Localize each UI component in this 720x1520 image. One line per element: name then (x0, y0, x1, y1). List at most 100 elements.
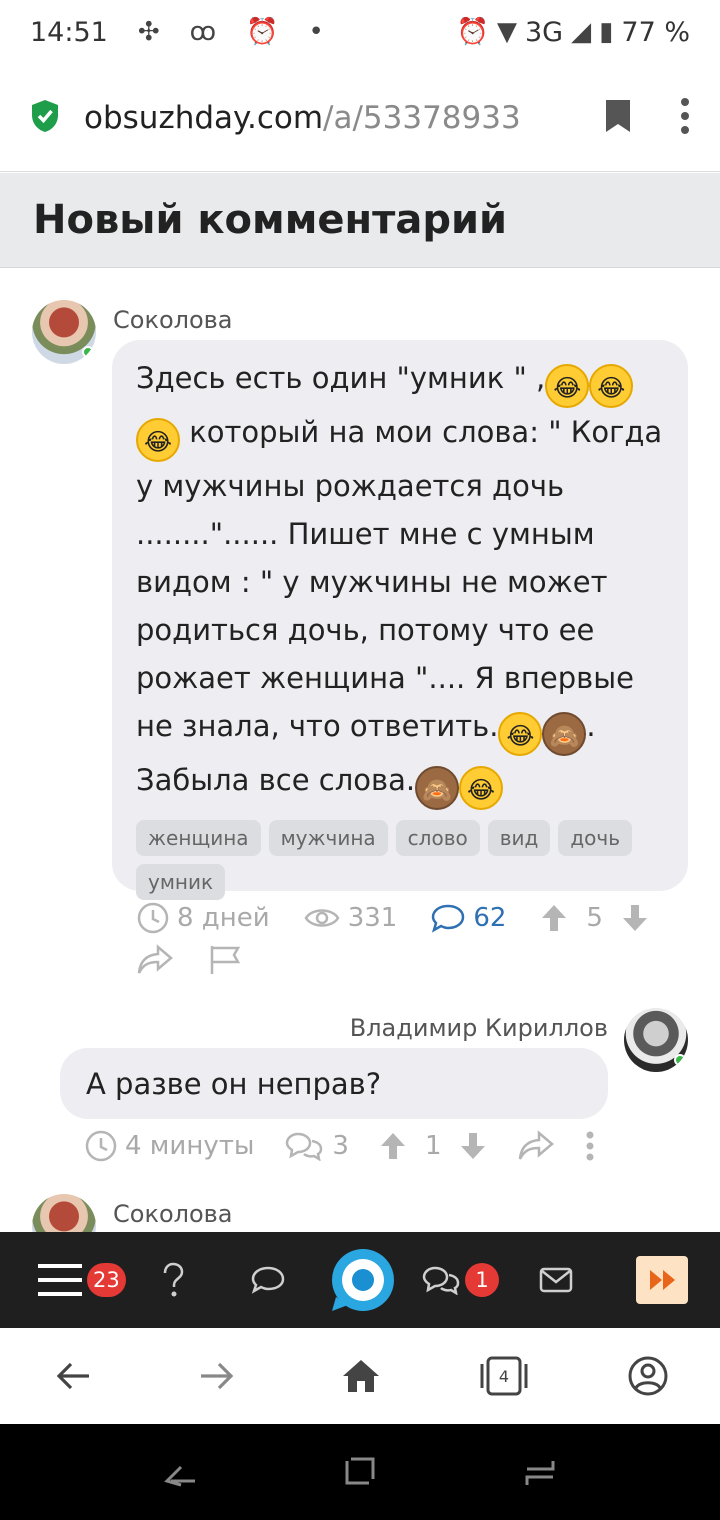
status-bar: 14:51 ✣ ꝏ ⏰ • ⏰ ▼ 3G ◢ ▮ 77 % (0, 0, 720, 64)
messages-badge: 1 (465, 1263, 499, 1297)
chat-button[interactable] (240, 1232, 296, 1328)
comment-icon (432, 904, 465, 933)
tabs-icon: 4 (480, 1356, 528, 1396)
share-icon[interactable] (517, 1130, 555, 1162)
post-votes: 5 (540, 903, 649, 933)
post-meta: 8 дней 331 62 5 (137, 902, 649, 934)
clock-icon (85, 1130, 117, 1162)
avatar[interactable] (32, 300, 96, 364)
comments-icon (286, 1132, 323, 1161)
status-time: 14:51 (30, 16, 108, 48)
home-button[interactable] (336, 1328, 386, 1424)
page-header: Новый комментарий (0, 173, 720, 268)
laughing-emoji-icon: 😂 (459, 766, 504, 810)
gift-icon: ✣ (137, 17, 160, 47)
post-views: 331 (304, 903, 397, 933)
question-icon (163, 1262, 184, 1297)
tag[interactable]: слово (395, 820, 480, 856)
network-type: 3G (524, 16, 564, 48)
avatar[interactable] (32, 1194, 96, 1232)
chat-icon (251, 1266, 285, 1294)
see-no-evil-monkey-icon: 🙈 (415, 766, 460, 810)
help-button[interactable] (148, 1232, 198, 1328)
battery-icon: ▮ (599, 17, 614, 47)
account-button[interactable] (622, 1328, 674, 1424)
tabs-button[interactable]: 4 (476, 1328, 532, 1424)
upvote-icon[interactable] (540, 903, 568, 933)
more-menu-icon[interactable] (680, 97, 690, 138)
back-button[interactable] (48, 1328, 98, 1424)
signal-icon: ◢ (571, 17, 592, 47)
post-comments-link[interactable]: 62 (431, 903, 506, 933)
downvote-icon[interactable] (621, 903, 649, 933)
system-overview-button[interactable] (340, 1424, 380, 1520)
wifi-icon: ▼ (496, 17, 517, 47)
browser-url-bar: obsuzhday.com/a/53378933 (0, 64, 720, 172)
mail-button[interactable] (534, 1232, 578, 1328)
tag[interactable]: умник (136, 864, 226, 900)
post-text: Здесь есть один "умник " , 😂 😂 😂 который н… (136, 354, 664, 810)
tag[interactable]: вид (487, 820, 551, 856)
tag[interactable]: дочь (558, 820, 633, 856)
alarm-icon: ⏰ (246, 17, 279, 47)
menu-button[interactable] (30, 1232, 90, 1328)
site-toolbar: 23 1 (0, 1232, 720, 1328)
fast-forward-icon (636, 1256, 688, 1304)
post-time: 8 дней (137, 902, 270, 934)
logo-icon (332, 1249, 394, 1311)
url-host: obsuzhday.com (84, 99, 324, 136)
reply-bubble: А разве он неправ? (60, 1048, 608, 1119)
messages-button[interactable] (418, 1232, 464, 1328)
fast-forward-button[interactable] (636, 1232, 688, 1328)
arrow-left-icon (56, 1362, 89, 1390)
hamburger-icon (38, 1264, 82, 1296)
secure-shield-icon[interactable] (30, 99, 60, 137)
flag-icon[interactable] (208, 944, 242, 976)
see-no-evil-monkey-icon: 🙈 (542, 712, 587, 756)
eye-icon (304, 909, 340, 927)
home-icon (343, 1360, 379, 1392)
menu-badge: 23 (87, 1263, 126, 1297)
forward-button[interactable] (192, 1328, 242, 1424)
post-author[interactable]: Соколова (113, 306, 233, 334)
mail-icon (539, 1267, 573, 1293)
browser-nav: 4 (0, 1328, 720, 1424)
online-indicator (674, 1054, 686, 1066)
reply-comments[interactable]: 3 (284, 1131, 349, 1161)
reply-meta: 4 минуты 3 1 (85, 1130, 595, 1162)
url-field[interactable]: obsuzhday.com/a/53378933 (84, 100, 521, 136)
more-vertical-icon[interactable] (585, 1131, 595, 1161)
reply-votes: 1 (379, 1131, 488, 1161)
laughing-emoji-icon: 😂 (589, 364, 634, 408)
laughing-emoji-icon: 😂 (545, 364, 590, 408)
avatar[interactable] (624, 1008, 688, 1072)
odnoklassniki-icon: ꝏ (189, 17, 217, 47)
bookmark-icon[interactable] (604, 99, 632, 137)
downvote-icon[interactable] (459, 1131, 487, 1161)
reply-text: А разве он неправ? (86, 1066, 382, 1101)
laughing-emoji-icon: 😂 (498, 712, 543, 756)
system-recents-button[interactable] (520, 1424, 560, 1520)
system-nav-bar (0, 1424, 720, 1520)
reply-author[interactable]: Владимир Кириллов (350, 1014, 608, 1042)
dot-icon: • (308, 17, 324, 47)
tag-list: женщина мужчина слово вид дочь умник (136, 820, 664, 900)
system-back-icon (164, 1465, 195, 1487)
upvote-icon[interactable] (379, 1131, 407, 1161)
laughing-emoji-icon: 😂 (136, 418, 180, 462)
url-path: /a/53378933 (323, 99, 521, 136)
recents-icon (525, 1461, 555, 1485)
new-post-button[interactable] (330, 1232, 396, 1328)
next-author[interactable]: Соколова (113, 1200, 233, 1228)
post-actions (136, 944, 242, 976)
page-title: Новый комментарий (33, 197, 508, 243)
share-icon[interactable] (136, 944, 174, 976)
system-back-button[interactable] (158, 1424, 202, 1520)
online-indicator (82, 346, 94, 358)
tag[interactable]: мужчина (268, 820, 388, 856)
reply-time: 4 минуты (85, 1130, 254, 1162)
alarm-icon: ⏰ (456, 17, 489, 47)
account-icon (628, 1356, 668, 1396)
arrow-right-icon (201, 1362, 234, 1390)
tag[interactable]: женщина (136, 820, 261, 856)
